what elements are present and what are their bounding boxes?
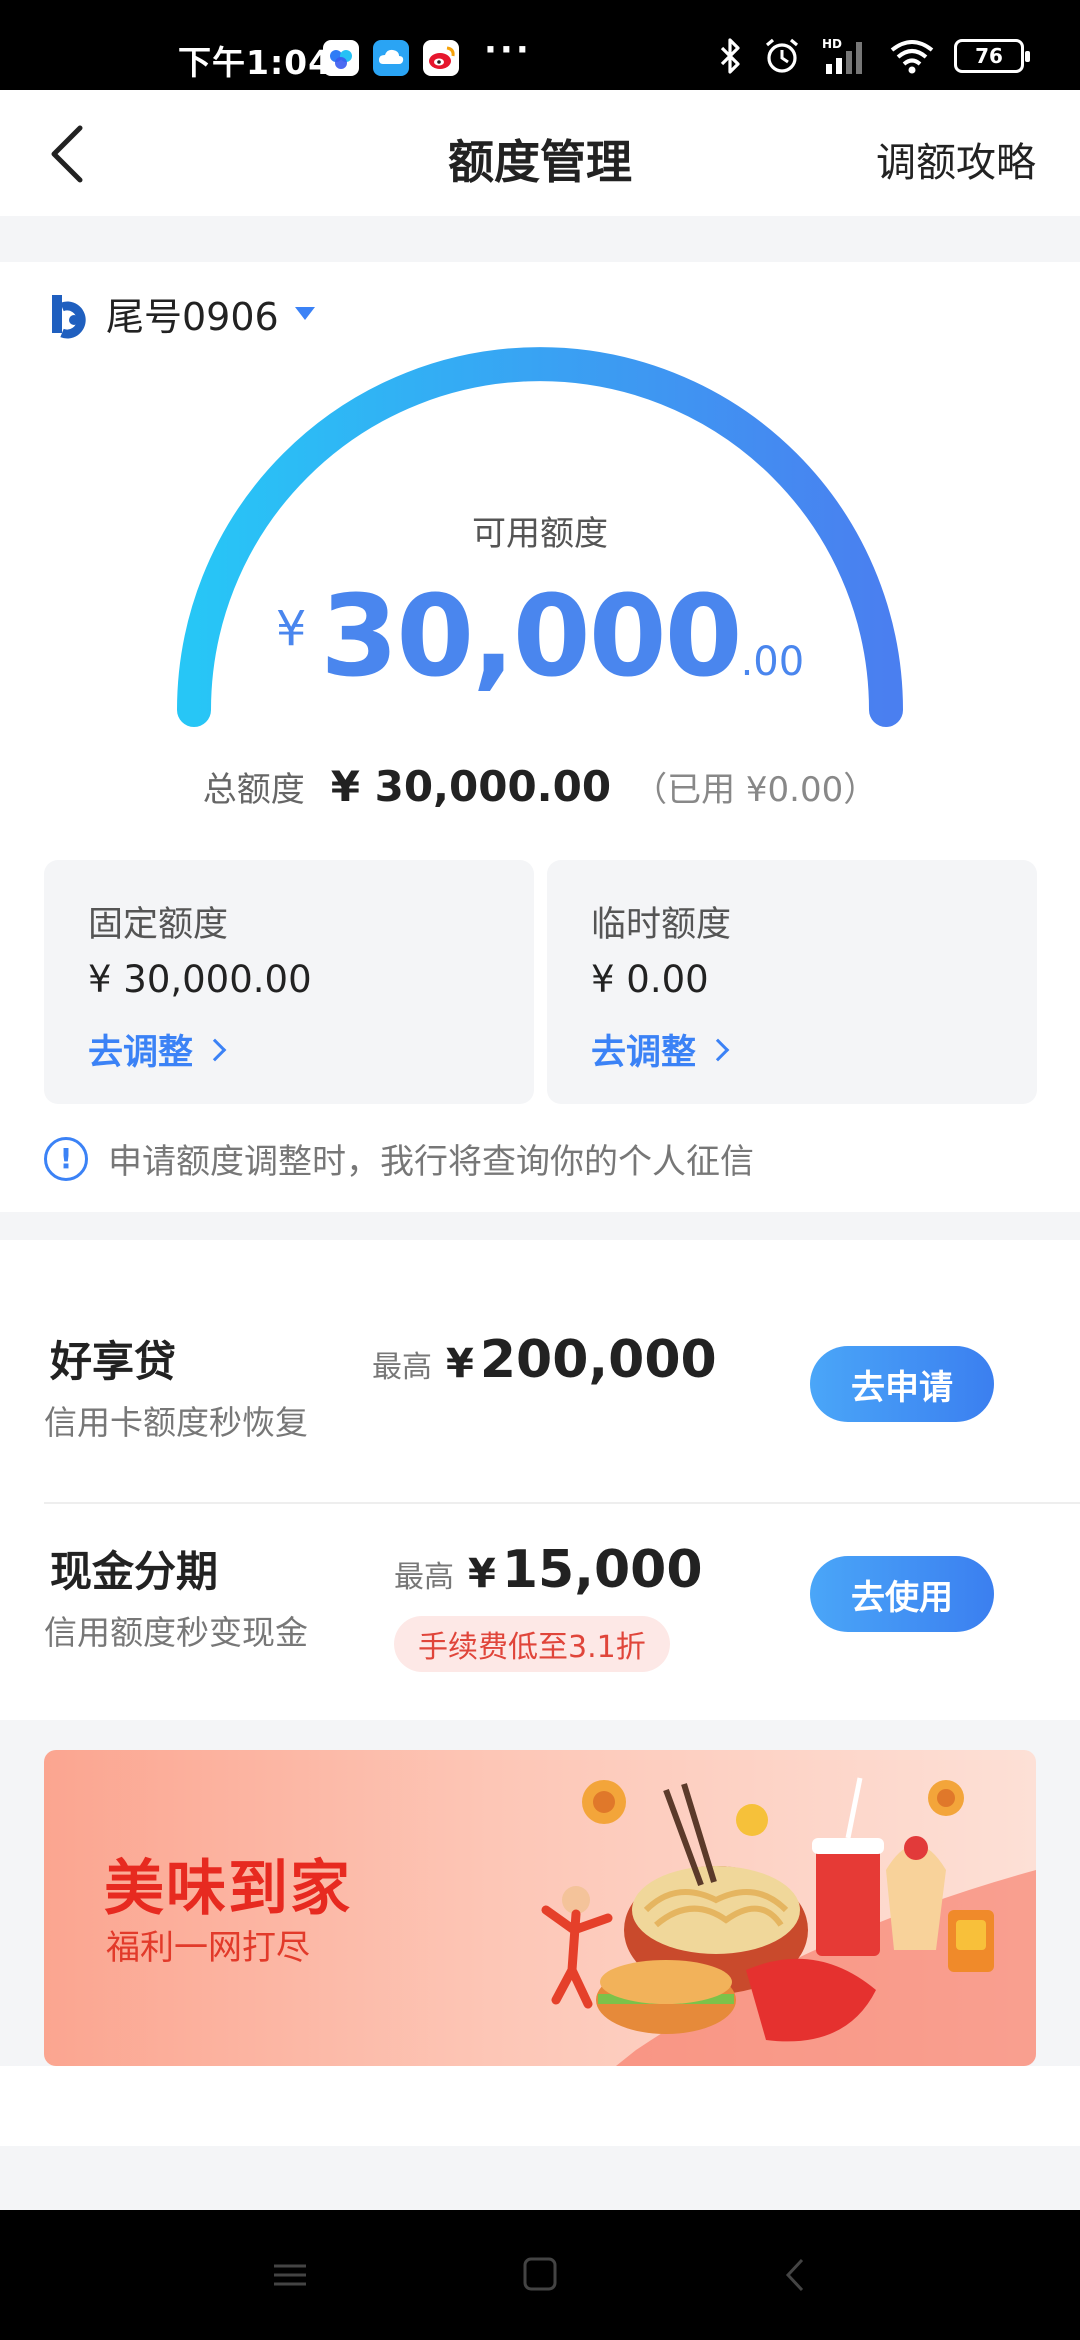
home-icon[interactable] [520, 2210, 560, 2340]
available-integer: 30,000 [320, 572, 742, 702]
loan-name: 现金分期 [50, 1547, 219, 1596]
status-time: 下午1:04 [178, 43, 333, 82]
adjust-fixed-limit-link[interactable]: 去调整 [88, 1024, 227, 1075]
system-nav-bar [0, 2210, 1080, 2340]
bank-logo-icon [52, 294, 86, 338]
loan-max-amount: 最高 ¥ 15,000 [394, 1540, 703, 1600]
adjust-link-label: 去调整 [88, 1033, 194, 1073]
max-currency: ¥ [468, 1551, 496, 1597]
max-value: 15,000 [501, 1540, 703, 1600]
banner-subtitle: 福利一网打尽 [106, 1928, 310, 1968]
loan-name: 好享贷 [50, 1337, 177, 1386]
more-notifications-icon: ··· [484, 30, 532, 70]
info-icon: ! [44, 1136, 88, 1181]
adjust-temp-limit-link[interactable]: 去调整 [591, 1024, 730, 1075]
menu-icon[interactable] [270, 2210, 310, 2340]
available-decimal: .00 [740, 639, 805, 685]
wifi-icon [890, 40, 934, 74]
total-limit-label: 总额度 [202, 770, 305, 810]
banner-title: 美味到家 [104, 1854, 352, 1924]
dropdown-arrow-icon [294, 307, 315, 320]
fee-discount-badge: 手续费低至3.1折 [394, 1616, 670, 1672]
apply-button[interactable]: 去申请 [810, 1346, 994, 1422]
total-limit-line: 总额度 ¥ 30,000.00 （已用 ¥0.00） [0, 762, 1080, 811]
fixed-limit-value: ¥ 30,000.00 [88, 958, 312, 1001]
loan-item-haoxiangdai: 好享贷 信用卡额度秒恢复 最高 ¥ 200,000 去申请 [0, 1300, 1080, 1520]
battery-level: 76 [975, 44, 1003, 68]
notice-text: 申请额度调整时，我行将查询你的个人征信 [108, 1142, 754, 1182]
loan-desc: 信用卡额度秒恢复 [44, 1403, 308, 1442]
card-tail-number: 尾号0906 [106, 295, 279, 339]
max-label: 最高 [372, 1350, 432, 1385]
temp-limit-box: 临时额度 ¥ 0.00 去调整 [547, 860, 1037, 1104]
promo-banner[interactable]: 美味到家 福利一网打尽 [44, 1750, 1036, 2066]
loan-max-amount: 最高 ¥ 200,000 [372, 1330, 717, 1390]
back-nav-icon[interactable] [776, 2210, 816, 2340]
status-icons: HD 76 [718, 36, 1030, 76]
available-currency: ¥ [275, 601, 307, 657]
limit-card: 尾号0906 可用额度 ¥30,000.00 总额度 ¥ 30,000.00 （已用… [0, 262, 1080, 1212]
temp-limit-label: 临时额度 [591, 905, 732, 945]
svg-text:HD: HD [822, 37, 842, 51]
loan-item-cash-installment: 现金分期 信用额度秒变现金 最高 ¥ 15,000 手续费低至3.1折 去使用 [0, 1510, 1080, 1730]
bottom-spacer [0, 2066, 1080, 2146]
chevron-right-icon [203, 1038, 227, 1061]
max-value: 200,000 [479, 1330, 717, 1390]
max-currency: ¥ [446, 1341, 474, 1387]
loan-desc: 信用额度秒变现金 [44, 1613, 308, 1652]
weibo-app-icon [423, 40, 459, 76]
cloud-app-icon [373, 40, 409, 76]
max-label: 最高 [394, 1560, 454, 1595]
status-bar: 下午1:04 ··· HD 76 [0, 0, 1080, 90]
chevron-right-icon [706, 1038, 730, 1061]
use-button[interactable]: 去使用 [810, 1556, 994, 1632]
adjust-link-label: 去调整 [591, 1033, 697, 1073]
available-limit-label: 可用额度 [472, 514, 608, 554]
fixed-limit-box: 固定额度 ¥ 30,000.00 去调整 [44, 860, 534, 1104]
adjust-strategy-link[interactable]: 调额攻略 [876, 130, 1036, 188]
battery-icon: 76 [954, 39, 1030, 73]
used-amount: （已用 ¥0.00） [633, 770, 878, 810]
loan-products: 好享贷 信用卡额度秒恢复 最高 ¥ 200,000 去申请 现金分期 信用额度秒… [0, 1240, 1080, 1720]
credit-notice: ! 申请额度调整时，我行将查询你的个人征信 [44, 1134, 754, 1183]
available-limit-amount: ¥30,000.00 [0, 572, 1080, 702]
bluetooth-icon [720, 38, 740, 74]
total-limit-value: ¥ 30,000.00 [330, 762, 612, 811]
divider [44, 1502, 1080, 1504]
alarm-icon [765, 38, 799, 73]
nav-header: 额度管理 调额攻略 [0, 90, 1080, 216]
card-selector[interactable]: 尾号0906 [44, 286, 315, 341]
fixed-limit-label: 固定额度 [88, 905, 229, 945]
temp-limit-value: ¥ 0.00 [591, 958, 709, 1001]
baidu-netdisk-app-icon [323, 40, 359, 76]
food-illustration [541, 1777, 1036, 2066]
signal-icon: HD [822, 37, 862, 74]
